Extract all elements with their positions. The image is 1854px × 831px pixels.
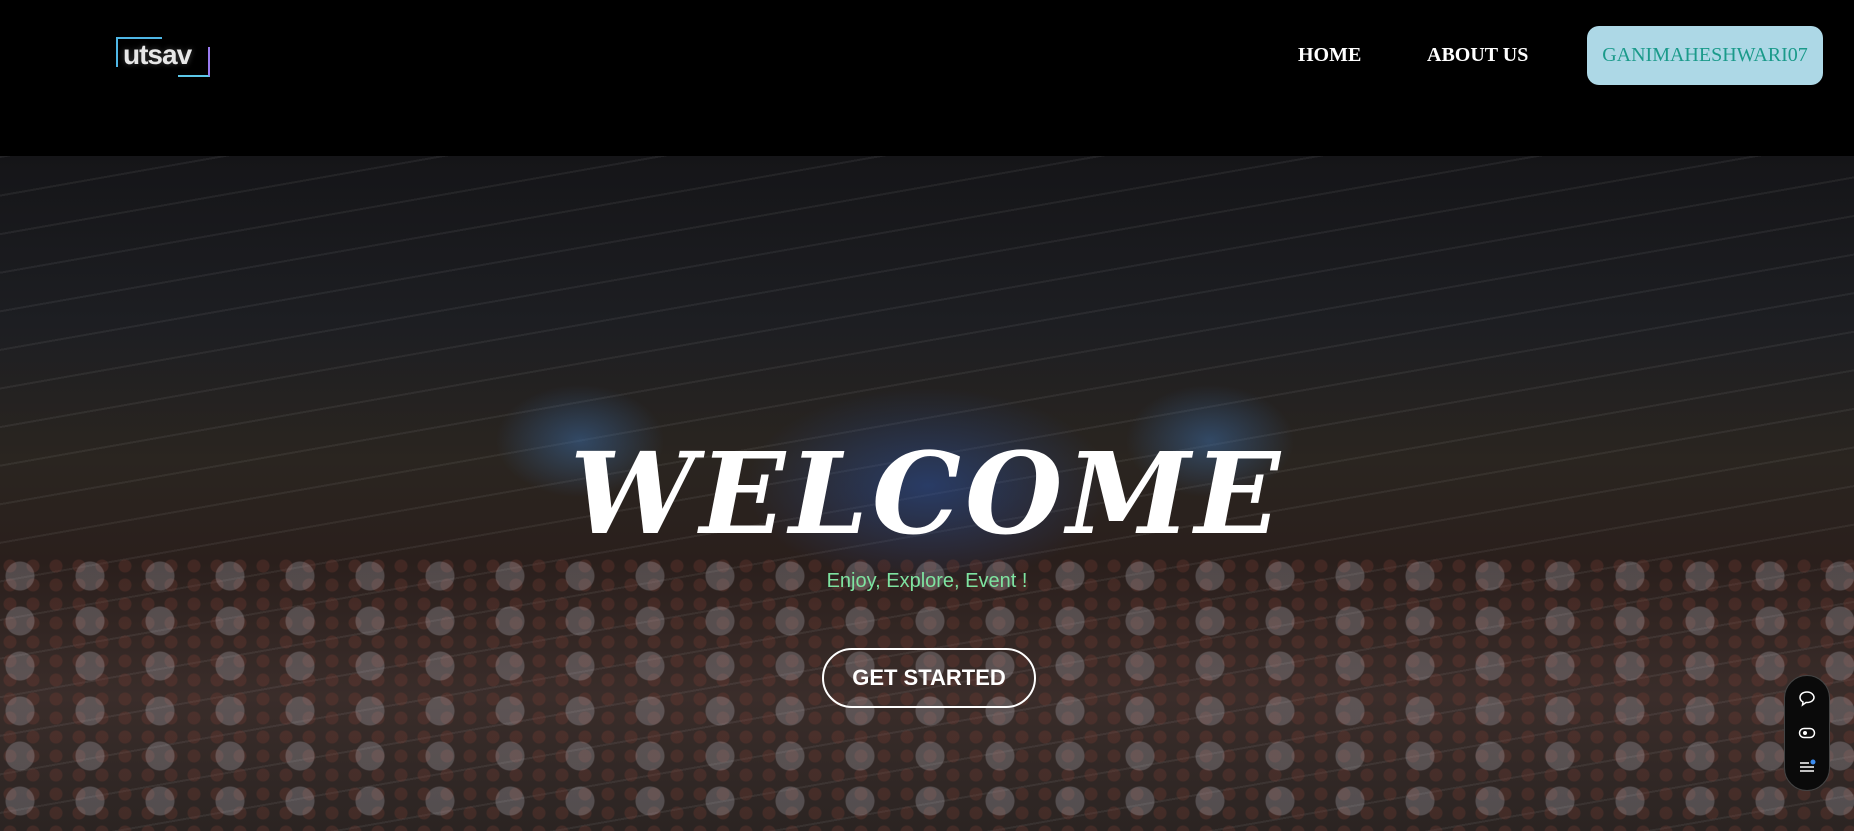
- navbar: utsav HOME ABOUT US GANIMAHESHWARI07: [0, 0, 1854, 156]
- user-profile-button[interactable]: GANIMAHESHWARI07: [1587, 26, 1823, 85]
- eye-icon[interactable]: [1796, 722, 1818, 744]
- nav-about-us[interactable]: ABOUT US: [1427, 44, 1528, 67]
- hero-subtitle: Enjoy, Explore, Event !: [826, 570, 1028, 592]
- logo-text: utsav: [123, 39, 192, 70]
- chat-icon[interactable]: [1796, 688, 1818, 710]
- logo[interactable]: utsav: [114, 36, 212, 78]
- hero-title: WELCOME: [570, 429, 1284, 560]
- floating-toolbar: [1784, 675, 1830, 791]
- nav-home[interactable]: HOME: [1298, 44, 1361, 67]
- menu-icon[interactable]: [1796, 756, 1818, 778]
- hero-section: WELCOME Enjoy, Explore, Event ! GET STAR…: [0, 156, 1854, 831]
- get-started-button[interactable]: GET STARTED: [822, 648, 1036, 708]
